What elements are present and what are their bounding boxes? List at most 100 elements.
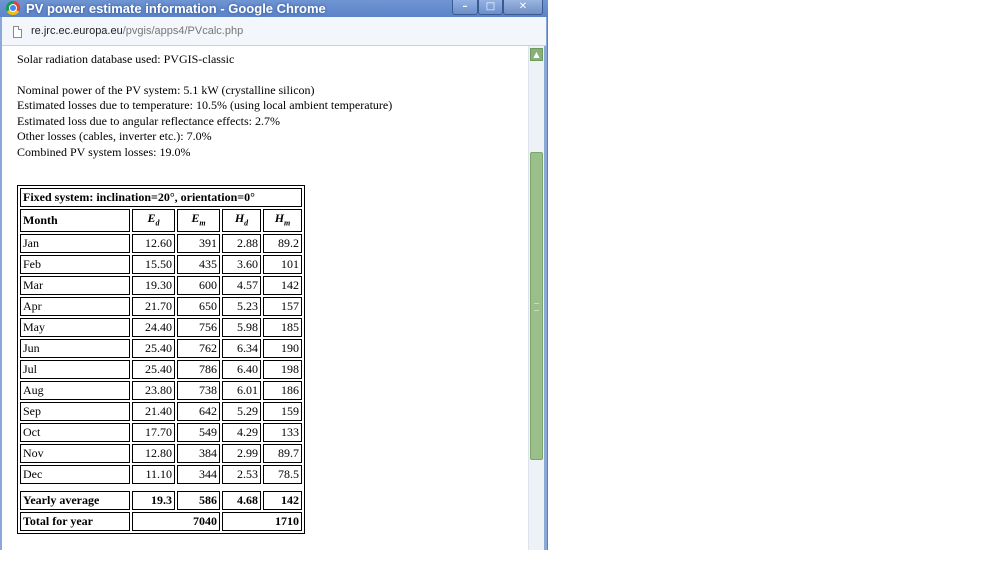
cell-hm: 78.5 bbox=[263, 465, 302, 485]
cell-em: 738 bbox=[177, 381, 220, 401]
cell-hm: 185 bbox=[263, 318, 302, 338]
scrollbar-thumb[interactable] bbox=[530, 152, 543, 460]
cell-hd: 6.34 bbox=[222, 339, 261, 359]
cell-hd: 6.40 bbox=[222, 360, 261, 380]
yearly-average-em: 586 bbox=[177, 491, 220, 511]
cell-ed: 19.30 bbox=[132, 276, 175, 296]
cell-month: Aug bbox=[20, 381, 130, 401]
cell-em: 435 bbox=[177, 255, 220, 275]
cell-hm: 198 bbox=[263, 360, 302, 380]
chrome-logo-icon bbox=[6, 1, 20, 15]
yearly-average-row: Yearly average 19.3 586 4.68 142 bbox=[20, 491, 302, 511]
cell-ed: 21.70 bbox=[132, 297, 175, 317]
cell-ed: 12.60 bbox=[132, 234, 175, 254]
database-info: Solar radiation database used: PVGIS-cla… bbox=[17, 52, 235, 66]
table-row: May 24.40 756 5.98 185 bbox=[20, 318, 302, 338]
total-year-label: Total for year bbox=[20, 512, 130, 532]
cell-em: 650 bbox=[177, 297, 220, 317]
cell-em: 600 bbox=[177, 276, 220, 296]
url-text[interactable]: re.jrc.ec.europa.eu/pvgis/apps4/PVcalc.p… bbox=[31, 25, 243, 38]
header-ed-sub: d bbox=[155, 218, 160, 228]
minimize-button[interactable]: – bbox=[452, 0, 478, 15]
cell-em: 642 bbox=[177, 402, 220, 422]
yearly-average-hd: 4.68 bbox=[222, 491, 261, 511]
table-row: Jul 25.40 786 6.40 198 bbox=[20, 360, 302, 380]
cell-hd: 2.99 bbox=[222, 444, 261, 464]
browser-popup-window: PV power estimate information - Google C… bbox=[0, 0, 548, 550]
url-path: /pvgis/apps4/PVcalc.php bbox=[122, 25, 244, 37]
title-bar[interactable]: PV power estimate information - Google C… bbox=[0, 0, 548, 17]
cell-hm: 159 bbox=[263, 402, 302, 422]
cell-em: 762 bbox=[177, 339, 220, 359]
cell-em: 549 bbox=[177, 423, 220, 443]
cell-month: Nov bbox=[20, 444, 130, 464]
cell-ed: 17.70 bbox=[132, 423, 175, 443]
cell-ed: 25.40 bbox=[132, 339, 175, 359]
header-hm-sub: m bbox=[284, 218, 291, 228]
header-ed: Ed bbox=[132, 209, 175, 233]
pv-estimate-table: Fixed system: inclination=20°, orientati… bbox=[17, 185, 305, 535]
header-hm-letter: H bbox=[274, 211, 285, 225]
yearly-average-ed: 19.3 bbox=[132, 491, 175, 511]
address-bar[interactable]: re.jrc.ec.europa.eu/pvgis/apps4/PVcalc.p… bbox=[2, 17, 546, 46]
cell-hm: 190 bbox=[263, 339, 302, 359]
window-title: PV power estimate information - Google C… bbox=[26, 1, 326, 16]
table-row: Oct 17.70 549 4.29 133 bbox=[20, 423, 302, 443]
table-header-row: Month Ed Em Hd Hm bbox=[20, 209, 302, 233]
cell-ed: 25.40 bbox=[132, 360, 175, 380]
cell-hd: 5.98 bbox=[222, 318, 261, 338]
cell-hm: 186 bbox=[263, 381, 302, 401]
table-caption: Fixed system: inclination=20°, orientati… bbox=[20, 188, 302, 207]
cell-hm: 133 bbox=[263, 423, 302, 443]
cell-hm: 142 bbox=[263, 276, 302, 296]
total-year-hm: 1710 bbox=[222, 512, 302, 532]
cell-ed: 15.50 bbox=[132, 255, 175, 275]
reflectance-loss-line: Estimated loss due to angular reflectanc… bbox=[17, 114, 281, 128]
cell-hm: 89.2 bbox=[263, 234, 302, 254]
cell-month: Sep bbox=[20, 402, 130, 422]
cell-month: Apr bbox=[20, 297, 130, 317]
table-row: Feb 15.50 435 3.60 101 bbox=[20, 255, 302, 275]
header-em: Em bbox=[177, 209, 220, 233]
page-content: Solar radiation database used: PVGIS-cla… bbox=[2, 46, 528, 550]
close-button[interactable]: ✕ bbox=[503, 0, 543, 15]
combined-losses-line: Combined PV system losses: 19.0% bbox=[17, 145, 191, 159]
cell-ed: 23.80 bbox=[132, 381, 175, 401]
cell-month: Jul bbox=[20, 360, 130, 380]
table-separator bbox=[20, 486, 302, 489]
grip-icon bbox=[534, 303, 539, 311]
temperature-loss-line: Estimated losses due to temperature: 10.… bbox=[17, 98, 393, 112]
cell-month: Oct bbox=[20, 423, 130, 443]
cell-hm: 101 bbox=[263, 255, 302, 275]
cell-hd: 2.53 bbox=[222, 465, 261, 485]
maximize-button[interactable]: □ bbox=[478, 0, 503, 15]
table-row: Jun 25.40 762 6.34 190 bbox=[20, 339, 302, 359]
vertical-scrollbar[interactable]: ▲ bbox=[528, 46, 544, 550]
table-row: Jan 12.60 391 2.88 89.2 bbox=[20, 234, 302, 254]
cell-ed: 11.10 bbox=[132, 465, 175, 485]
page-icon bbox=[13, 26, 22, 38]
header-hd-letter: H bbox=[234, 211, 245, 225]
cell-hd: 4.57 bbox=[222, 276, 261, 296]
cell-month: Dec bbox=[20, 465, 130, 485]
cell-hm: 157 bbox=[263, 297, 302, 317]
cell-ed: 24.40 bbox=[132, 318, 175, 338]
table-caption-row: Fixed system: inclination=20°, orientati… bbox=[20, 188, 302, 207]
header-ed-letter: E bbox=[147, 211, 156, 225]
cell-month: Jun bbox=[20, 339, 130, 359]
cell-hd: 5.23 bbox=[222, 297, 261, 317]
cell-month: May bbox=[20, 318, 130, 338]
total-year-row: Total for year 7040 1710 bbox=[20, 512, 302, 532]
cell-month: Feb bbox=[20, 255, 130, 275]
table-row: Aug 23.80 738 6.01 186 bbox=[20, 381, 302, 401]
yearly-average-label: Yearly average bbox=[20, 491, 130, 511]
yearly-average-hm: 142 bbox=[263, 491, 302, 511]
header-hd: Hd bbox=[222, 209, 261, 233]
header-em-sub: m bbox=[199, 218, 206, 228]
table-row: Dec 11.10 344 2.53 78.5 bbox=[20, 465, 302, 485]
header-month: Month bbox=[20, 209, 130, 233]
cell-ed: 12.80 bbox=[132, 444, 175, 464]
scroll-up-arrow-icon[interactable]: ▲ bbox=[530, 48, 543, 61]
table-row: Nov 12.80 384 2.99 89.7 bbox=[20, 444, 302, 464]
month-rows: Jan 12.60 391 2.88 89.2 Feb 15.50 435 3.60 101 Mar… bbox=[20, 234, 302, 485]
